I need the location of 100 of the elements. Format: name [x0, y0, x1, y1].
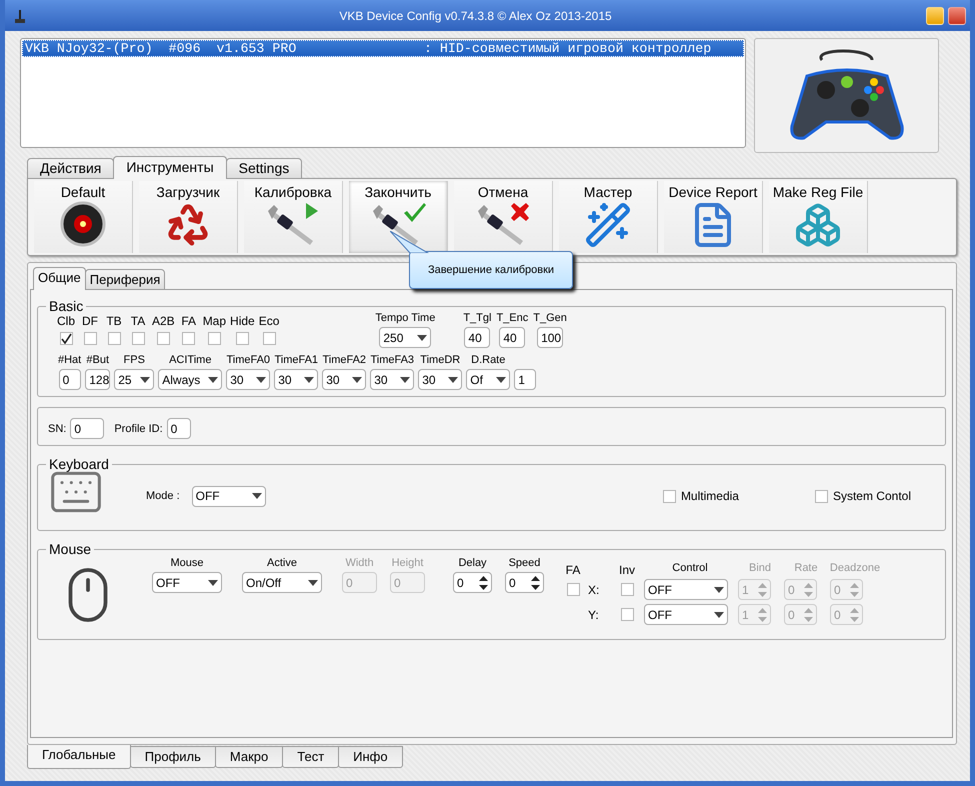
checkbox[interactable]: [262, 332, 276, 345]
dropdown[interactable]: OFF: [192, 486, 266, 506]
close-button[interactable]: [948, 6, 966, 24]
dropdown[interactable]: On/Off: [242, 572, 322, 593]
toolbar-button[interactable]: Калибровка: [244, 181, 343, 253]
field-label: TimeFA2: [322, 354, 366, 366]
dropdown[interactable]: 30: [226, 369, 270, 390]
flag-label: TA: [130, 314, 146, 328]
dropdown[interactable]: Of: [466, 369, 510, 390]
toolbar-button[interactable]: Загрузчик: [139, 181, 238, 253]
column-label: Deadzone: [830, 562, 880, 574]
minimize-button[interactable]: [926, 6, 944, 24]
dropdown[interactable]: 30: [274, 369, 318, 390]
dropdown-arrow-icon: [304, 376, 314, 382]
field-label: #Hat: [58, 354, 82, 366]
dropdown[interactable]: 30: [322, 369, 366, 390]
flag-label: Map: [202, 314, 226, 328]
flag-label: Hide: [230, 314, 255, 328]
tab[interactable]: Инструменты: [113, 156, 227, 179]
dropdown[interactable]: 250: [379, 327, 432, 348]
number-spinner[interactable]: 0: [505, 572, 544, 593]
dropdown-arrow-icon: [400, 376, 410, 382]
spinner-arrows-icon[interactable]: [531, 576, 540, 590]
tab[interactable]: Макро: [214, 746, 284, 768]
input-field[interactable]: 0: [58, 369, 81, 390]
checkbox[interactable]: [566, 583, 580, 596]
field-label: Mode :: [146, 490, 180, 502]
tab[interactable]: Settings: [226, 158, 302, 179]
dropdown[interactable]: 25: [114, 369, 154, 390]
input-field[interactable]: 100: [537, 327, 564, 348]
dropdown[interactable]: OFF: [152, 572, 222, 593]
toolbar-button[interactable]: Make Reg File: [769, 181, 868, 253]
dropdown-arrow-icon: [448, 376, 458, 382]
checkbox[interactable]: [60, 332, 72, 345]
flag-label: Clb: [56, 314, 75, 328]
column-label: Bind: [748, 562, 772, 574]
tab[interactable]: Периферия: [84, 269, 166, 290]
checkbox[interactable]: [208, 332, 221, 345]
toolbar-button[interactable]: Мастер: [559, 181, 658, 253]
field-label: FPS: [124, 354, 145, 366]
group-title: Mouse: [48, 541, 92, 557]
checkbox[interactable]: [156, 332, 170, 345]
number-spinner[interactable]: 0: [453, 572, 492, 593]
field-label: Delay: [458, 557, 487, 569]
tab[interactable]: Действия: [27, 158, 114, 179]
field-label: T_Gen: [533, 312, 567, 324]
toolbar-button[interactable]: Default: [34, 181, 133, 253]
axis-label: X:: [588, 582, 600, 596]
joystick-icon: [15, 8, 25, 22]
field-label: T_Tgl: [463, 312, 492, 324]
checkbox[interactable]: [620, 608, 634, 621]
tab[interactable]: Инфо: [338, 746, 403, 768]
tab[interactable]: Общие: [33, 267, 86, 290]
field-label: Active: [267, 557, 297, 569]
field-label: D.Rate: [471, 354, 506, 366]
dropdown[interactable]: 30: [418, 369, 462, 390]
checkbox[interactable]: [182, 332, 196, 345]
column-label: Control: [672, 562, 708, 574]
tooltip-pointer: [390, 231, 430, 253]
field-label: Speed: [508, 557, 540, 569]
cubes-icon: [794, 201, 842, 249]
tab[interactable]: Тест: [282, 746, 340, 768]
field-label: Profile ID:: [114, 422, 163, 434]
input-field[interactable]: 40: [464, 327, 490, 348]
tooltip: Завершение калибровки: [409, 251, 573, 289]
field-label: T_Enc: [496, 312, 528, 324]
dropdown-arrow-icon: [352, 376, 362, 382]
toolbar-button[interactable]: Отмена: [454, 181, 553, 253]
field-label: FA: [566, 563, 580, 577]
toolbar-button[interactable]: Device Report: [664, 181, 763, 253]
field-label: Height: [392, 557, 424, 569]
checkbox[interactable]: [132, 332, 144, 345]
dropdown[interactable]: Always: [158, 369, 222, 390]
field-label: #But: [86, 354, 110, 366]
dropdown[interactable]: OFF: [644, 579, 728, 600]
checkbox[interactable]: [236, 332, 249, 345]
device-list-item[interactable]: VKB NJoy32-(Pro) #096 v1.653 PRO : HID-совместимый игровой контроллер: [22, 40, 744, 57]
dropdown[interactable]: 30: [370, 369, 414, 390]
dropdown-arrow-icon: [417, 334, 428, 340]
checkbox[interactable]: [814, 490, 828, 502]
dropdown[interactable]: OFF: [644, 604, 728, 625]
axis-label: Y:: [588, 608, 600, 622]
input-field[interactable]: 40: [499, 327, 526, 348]
dropdown-arrow-icon: [714, 586, 724, 592]
field-label: SN:: [48, 422, 66, 434]
flag-label: TB: [106, 314, 122, 328]
checkbox[interactable]: [84, 332, 96, 345]
input-field[interactable]: 1: [514, 369, 536, 390]
tab[interactable]: Глобальные: [27, 745, 131, 769]
checkbox[interactable]: [662, 490, 676, 502]
checkbox[interactable]: [620, 583, 634, 596]
spinner-arrows-icon[interactable]: [479, 576, 488, 590]
dropdown-arrow-icon: [140, 376, 150, 382]
input-field[interactable]: 128: [85, 369, 110, 390]
input-field[interactable]: 0: [70, 418, 104, 439]
input-field[interactable]: 0: [166, 418, 191, 439]
checkbox[interactable]: [108, 332, 120, 345]
checkbox-label: System Contol: [832, 489, 911, 503]
toolbar-button[interactable]: Закончить: [349, 181, 448, 253]
tab[interactable]: Профиль: [130, 746, 216, 768]
